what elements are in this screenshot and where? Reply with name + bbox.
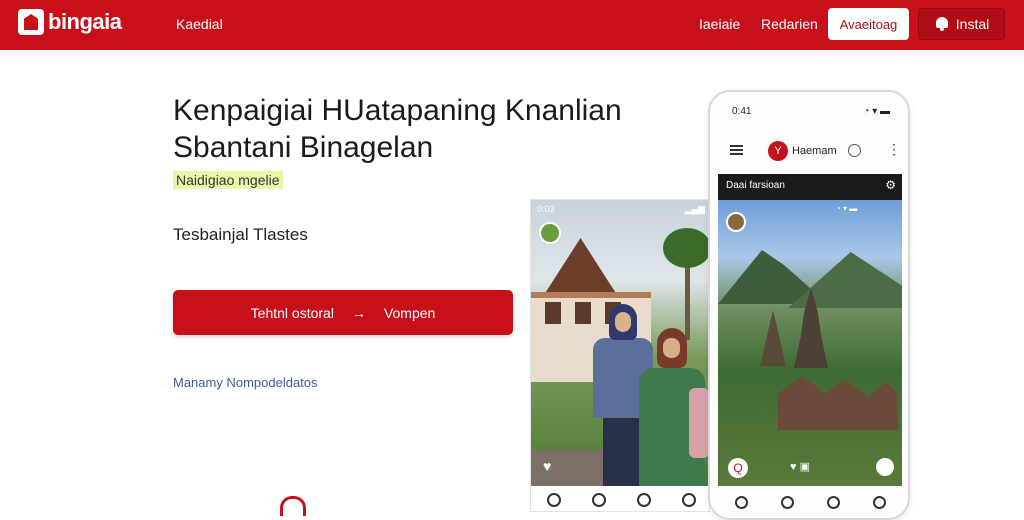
comment-icon[interactable]	[546, 492, 561, 507]
phone-mockup: 0:41 ◔ ▾ ▬ Y Haemam ⋮ Daai farsioan ⚙ ◔ …	[708, 90, 910, 520]
phone-feed-header: Daai farsioan ⚙	[718, 174, 902, 200]
avatar[interactable]	[539, 222, 561, 244]
bell-icon	[934, 16, 950, 32]
outline-button[interactable]: Avaeitoag	[828, 8, 909, 40]
photo-action-bar	[531, 486, 709, 511]
village-roofs	[778, 376, 898, 430]
brand-logo[interactable]: bingaia	[18, 9, 122, 35]
phone-status-time: 0:41	[732, 106, 752, 117]
photo-card[interactable]: 0:03 ▂▄▆ ♥	[530, 199, 710, 512]
top-navbar: bingaia Kaedial Iaeiaie Redarien Avaeito…	[0, 0, 1024, 50]
app-logo: Y	[768, 141, 788, 161]
phone-app-header: Y Haemam ⋮	[710, 136, 908, 166]
house-window	[545, 302, 561, 324]
photo-logo-icon[interactable]: Q	[728, 458, 748, 478]
share-icon[interactable]	[826, 495, 840, 509]
phone-bottom-nav	[718, 490, 902, 514]
avatar[interactable]	[726, 212, 746, 232]
signal-icon: ◔ ▾ ▬	[836, 204, 858, 213]
arrow-right-icon: →	[351, 304, 366, 321]
photo-status-time: 0:03	[537, 204, 555, 214]
feed-header-label: Daai farsioan	[726, 180, 785, 191]
house-window	[575, 302, 591, 324]
nav-link-1[interactable]: Kaedial	[176, 16, 223, 32]
mountain	[788, 252, 902, 308]
photo-status-bar: 0:03 ▂▄▆	[537, 204, 705, 216]
footer-logo-icon	[280, 496, 306, 516]
person-right	[639, 328, 709, 486]
headline-line-2: Sbantani Binagelan	[173, 131, 434, 164]
headline-line-1: Kenpaigiai HUatapaning Knanlian	[173, 94, 622, 127]
share-icon[interactable]	[636, 492, 651, 507]
outline-button-label: Avaeitoag	[839, 16, 898, 32]
brand-name: bingaia	[48, 9, 122, 34]
secondary-link[interactable]: Manamy Nompodeldatos	[173, 375, 318, 390]
nav-link-3[interactable]: Redarien	[761, 16, 818, 32]
nav-link-2[interactable]: Iaeiaie	[699, 16, 740, 32]
clock-icon[interactable]	[848, 144, 861, 157]
cta-right-label: Vompen	[383, 304, 436, 321]
phone-status-bar: 0:41 ◔ ▾ ▬	[732, 106, 890, 117]
wifi-battery-icon: ◔ ▾ ▬	[863, 106, 890, 117]
install-button[interactable]: Instal	[918, 8, 1005, 40]
like-icon[interactable]	[681, 492, 696, 507]
logo-icon	[18, 9, 44, 35]
profile-icon[interactable]	[876, 458, 894, 476]
bookmark-icon[interactable]	[872, 495, 886, 509]
people-photo: 0:03 ▂▄▆ ♥	[531, 200, 709, 486]
search-icon[interactable]	[591, 492, 606, 507]
install-button-label: Instal	[955, 16, 990, 32]
temple-photo: ◔ ▾ ▬ Q ♥ ▣	[718, 200, 902, 486]
subhead: Tesbainjal Tlastes	[173, 225, 308, 244]
temple-small	[760, 310, 786, 366]
signal-icon: ▂▄▆	[684, 204, 705, 214]
house-roof	[542, 238, 619, 298]
heart-icon[interactable]: ♥	[543, 458, 551, 474]
app-title: Haemam	[792, 145, 837, 157]
tagline-highlight: Naidigiao mgelie	[173, 171, 283, 189]
cta-left-label: Tehtnl ostoral	[250, 304, 334, 321]
menu-icon[interactable]	[730, 145, 743, 155]
primary-cta-button[interactable]: Tehtnl ostoral → Vompen	[173, 290, 513, 335]
palm-tree	[663, 228, 709, 268]
reaction-icon[interactable]: ♥ ▣	[790, 460, 810, 473]
like-icon[interactable]	[780, 495, 794, 509]
gear-icon[interactable]: ⚙	[885, 178, 896, 192]
comment-icon[interactable]	[734, 495, 748, 509]
page-title: Kenpaigiai HUatapaning Knanlian Sbantani…	[173, 92, 653, 166]
more-icon[interactable]: ⋮	[887, 141, 901, 158]
